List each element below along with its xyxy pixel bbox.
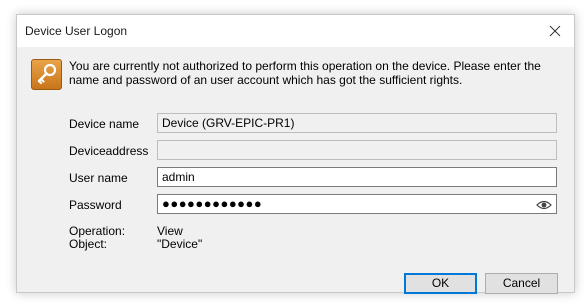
- password-label: Password: [69, 198, 122, 212]
- device-name-field: Device (GRV-EPIC-PR1): [157, 113, 557, 133]
- dialog-body: You are currently not authorized to perf…: [17, 47, 574, 294]
- authorization-message: You are currently not authorized to perf…: [69, 59, 541, 87]
- password-value: ●●●●●●●●●●●●: [162, 196, 263, 211]
- object-label: Object:: [69, 237, 108, 251]
- ok-button[interactable]: OK: [404, 273, 477, 294]
- cancel-button[interactable]: Cancel: [485, 273, 558, 294]
- password-input[interactable]: ●●●●●●●●●●●●: [157, 194, 557, 214]
- eye-icon[interactable]: [536, 198, 552, 210]
- user-name-input[interactable]: admin: [157, 167, 557, 187]
- device-name-label: Device name: [69, 117, 140, 131]
- title-bar: Device User Logon: [17, 15, 574, 47]
- user-name-label: User name: [69, 171, 128, 185]
- key-icon: [31, 59, 62, 90]
- device-user-logon-dialog: Device User Logon You are currently not …: [16, 14, 575, 294]
- object-value: "Device": [157, 237, 203, 251]
- device-address-field: [157, 140, 557, 160]
- close-icon: [549, 25, 561, 37]
- operation-value: View: [157, 224, 183, 238]
- window-title: Device User Logon: [25, 24, 128, 38]
- close-button[interactable]: [544, 21, 566, 41]
- operation-label: Operation:: [69, 224, 126, 238]
- device-address-label: Deviceaddress: [69, 144, 149, 158]
